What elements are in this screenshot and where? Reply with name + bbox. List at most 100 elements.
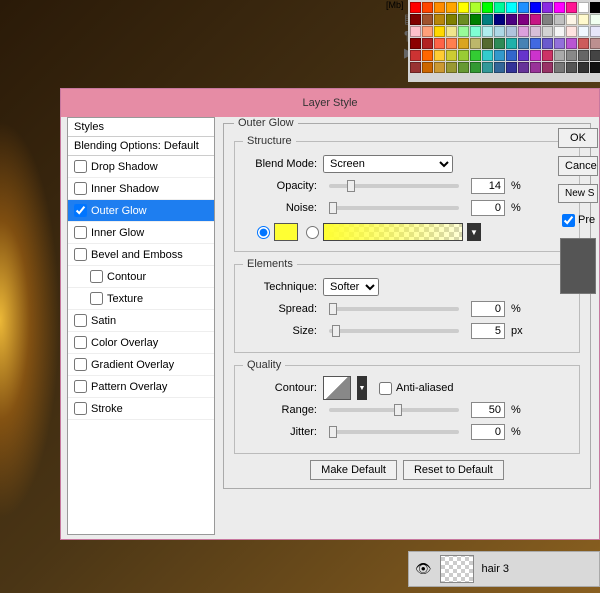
color-swatch[interactable] [530,2,541,13]
color-swatch[interactable] [542,62,553,73]
jitter-slider[interactable] [329,430,459,434]
color-swatch[interactable] [434,2,445,13]
color-swatch[interactable] [590,38,600,49]
color-swatch[interactable] [566,14,577,25]
color-swatch[interactable] [590,26,600,37]
color-swatch[interactable] [458,2,469,13]
color-swatch[interactable] [470,26,481,37]
style-checkbox[interactable] [74,160,87,173]
color-swatch[interactable] [446,62,457,73]
gradient-radio[interactable]: ▼ [306,223,481,241]
color-swatch[interactable] [554,14,565,25]
style-row-inner-glow[interactable]: Inner Glow [68,222,214,244]
blending-options-row[interactable]: Blending Options: Default [68,137,214,156]
color-swatch[interactable] [482,26,493,37]
color-swatch[interactable] [566,26,577,37]
color-swatch[interactable] [518,2,529,13]
color-swatch[interactable] [482,50,493,61]
color-swatch[interactable] [566,50,577,61]
style-row-bevel-and-emboss[interactable]: Bevel and Emboss [68,244,214,266]
color-swatch[interactable] [590,50,600,61]
jitter-input[interactable] [471,424,505,440]
style-checkbox[interactable] [90,270,103,283]
color-swatch[interactable] [530,50,541,61]
color-swatch[interactable] [482,14,493,25]
color-swatch[interactable] [566,38,577,49]
color-swatch[interactable] [506,62,517,73]
color-swatch[interactable] [506,38,517,49]
solid-color-radio[interactable] [257,223,298,241]
dialog-titlebar[interactable]: Layer Style [61,89,599,117]
color-swatch[interactable] [458,38,469,49]
new-style-button[interactable]: New S [558,184,598,203]
color-swatch[interactable] [554,50,565,61]
cancel-button[interactable]: Cancel [558,156,598,176]
ok-button[interactable]: OK [558,128,598,148]
styles-header[interactable]: Styles [68,118,214,137]
color-swatch[interactable] [518,14,529,25]
style-checkbox[interactable] [74,336,87,349]
color-swatch[interactable] [542,38,553,49]
color-swatch[interactable] [410,2,421,13]
color-swatch[interactable] [590,62,600,73]
color-swatch[interactable] [590,2,600,13]
color-swatch[interactable] [482,62,493,73]
color-swatch[interactable] [470,50,481,61]
opacity-slider[interactable] [329,184,459,188]
spread-slider[interactable] [329,307,459,311]
color-swatch[interactable] [554,26,565,37]
color-swatch[interactable] [530,62,541,73]
color-swatch[interactable] [410,62,421,73]
color-swatch[interactable] [506,14,517,25]
color-swatch[interactable] [542,50,553,61]
swatch-grid[interactable] [410,2,600,73]
range-input[interactable] [471,402,505,418]
color-swatch[interactable] [542,2,553,13]
color-swatch[interactable] [434,62,445,73]
preview-checkbox[interactable]: Pre [558,211,595,230]
color-swatch[interactable] [422,14,433,25]
style-row-satin[interactable]: Satin [68,310,214,332]
color-swatch[interactable] [434,14,445,25]
color-swatch[interactable] [446,38,457,49]
style-checkbox[interactable] [74,204,87,217]
color-swatch[interactable] [530,38,541,49]
color-swatch[interactable] [410,38,421,49]
style-checkbox[interactable] [74,248,87,261]
anti-aliased-checkbox[interactable]: Anti-aliased [379,382,453,395]
gradient-preview[interactable] [323,223,463,241]
color-swatch[interactable] [446,50,457,61]
contour-preview[interactable] [323,376,351,400]
color-swatch[interactable] [458,26,469,37]
color-swatch[interactable] [566,2,577,13]
color-swatch[interactable] [542,14,553,25]
style-row-gradient-overlay[interactable]: Gradient Overlay [68,354,214,376]
color-swatch[interactable] [434,26,445,37]
color-swatch[interactable] [494,62,505,73]
color-swatch[interactable] [274,223,298,241]
color-swatch[interactable] [506,26,517,37]
color-swatch[interactable] [458,62,469,73]
color-swatch[interactable] [470,2,481,13]
color-swatch[interactable] [566,62,577,73]
range-slider[interactable] [329,408,459,412]
color-swatch[interactable] [410,50,421,61]
color-swatch[interactable] [494,14,505,25]
layer-thumbnail[interactable] [440,555,474,583]
style-checkbox[interactable] [90,292,103,305]
color-swatch[interactable] [434,50,445,61]
color-swatch[interactable] [482,2,493,13]
size-slider[interactable] [329,329,459,333]
color-swatch[interactable] [578,62,589,73]
color-swatch[interactable] [446,26,457,37]
color-swatch[interactable] [518,50,529,61]
visibility-icon[interactable]: 👁 [415,561,432,577]
style-checkbox[interactable] [74,226,87,239]
style-checkbox[interactable] [74,358,87,371]
size-input[interactable] [471,323,505,339]
color-swatch[interactable] [446,14,457,25]
chevron-down-icon[interactable]: ▼ [467,223,481,241]
color-swatch[interactable] [470,38,481,49]
color-swatch[interactable] [554,38,565,49]
color-swatch[interactable] [446,2,457,13]
